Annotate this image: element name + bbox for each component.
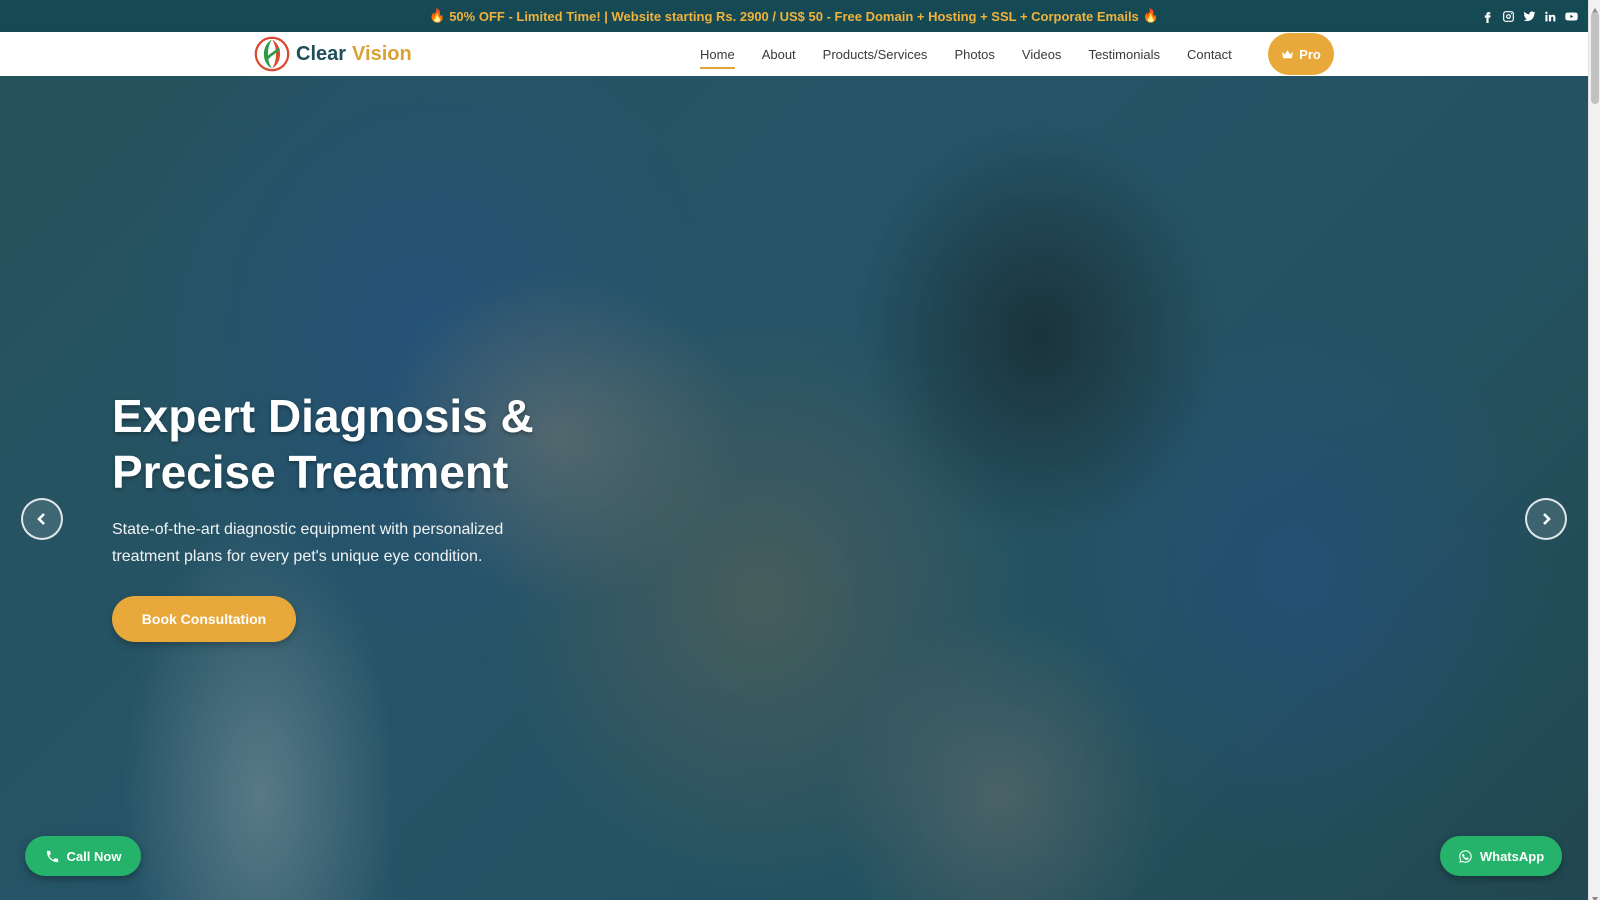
nav-item-contact[interactable]: Contact (1187, 47, 1232, 62)
hero-content: Expert Diagnosis & Precise Treatment Sta… (112, 388, 632, 642)
nav-item-products-services[interactable]: Products/Services (823, 47, 928, 62)
site-header: Clear Vision Home About Products/Services… (0, 32, 1588, 76)
youtube-icon[interactable] (1565, 10, 1578, 23)
scroll-up-icon[interactable] (1591, 2, 1599, 13)
crown-icon (1282, 49, 1294, 58)
announcement-text: 50% OFF - Limited Time! | Website starti… (449, 8, 1139, 24)
logo-icon (254, 36, 290, 72)
hero-subtitle: State-of-the-art diagnostic equipment wi… (112, 521, 504, 565)
page-scrollbar[interactable] (1588, 0, 1600, 900)
phone-icon (46, 850, 58, 862)
facebook-icon[interactable] (1481, 10, 1494, 23)
book-consultation-button[interactable]: Book Consultation (112, 596, 296, 642)
fire-icon: 🔥 (429, 8, 446, 23)
hero-title: Expert Diagnosis & Precise Treatment (112, 388, 632, 500)
brand-name-part1: Clear (296, 42, 347, 65)
logo[interactable]: Clear Vision (254, 36, 412, 72)
social-links (1481, 0, 1578, 32)
nav-item-testimonials[interactable]: Testimonials (1088, 47, 1160, 62)
brand-name: Clear Vision (296, 43, 412, 66)
instagram-icon[interactable] (1502, 10, 1515, 23)
nav-item-photos[interactable]: Photos (954, 47, 994, 62)
pro-label: Pro (1299, 46, 1321, 62)
nav-item-videos[interactable]: Videos (1022, 47, 1062, 62)
nav-item-home[interactable]: Home (700, 47, 735, 69)
chevron-left-icon (37, 513, 45, 525)
call-now-button[interactable]: Call Now (25, 836, 141, 876)
brand-name-part2: Vision (352, 42, 412, 65)
main-nav: Home About Products/Services Photos Vide… (700, 32, 1259, 76)
whatsapp-button[interactable]: WhatsApp (1440, 836, 1562, 876)
slider-next-button[interactable] (1525, 498, 1567, 540)
scrollbar-thumb[interactable] (1591, 12, 1599, 104)
slider-prev-button[interactable] (21, 498, 63, 540)
whatsapp-icon (1459, 849, 1472, 863)
linkedin-icon[interactable] (1544, 10, 1557, 23)
chevron-right-icon (1543, 513, 1551, 525)
scroll-down-icon[interactable] (1591, 890, 1599, 900)
announcement: 🔥 50% OFF - Limited Time! | Website star… (429, 8, 1159, 24)
call-now-label: Call Now (66, 848, 122, 864)
hero-title-line1: Expert Diagnosis & (112, 390, 534, 442)
hero-title-line2: Precise Treatment (112, 446, 509, 498)
whatsapp-label: WhatsApp (1479, 848, 1545, 864)
announcement-bar: 🔥 50% OFF - Limited Time! | Website star… (0, 0, 1588, 32)
fire-icon: 🔥 (1142, 8, 1159, 23)
twitter-icon[interactable] (1523, 10, 1536, 23)
pro-button[interactable]: Pro (1268, 33, 1334, 75)
hero-slider: Expert Diagnosis & Precise Treatment Sta… (0, 76, 1588, 900)
nav-item-about[interactable]: About (762, 47, 796, 62)
